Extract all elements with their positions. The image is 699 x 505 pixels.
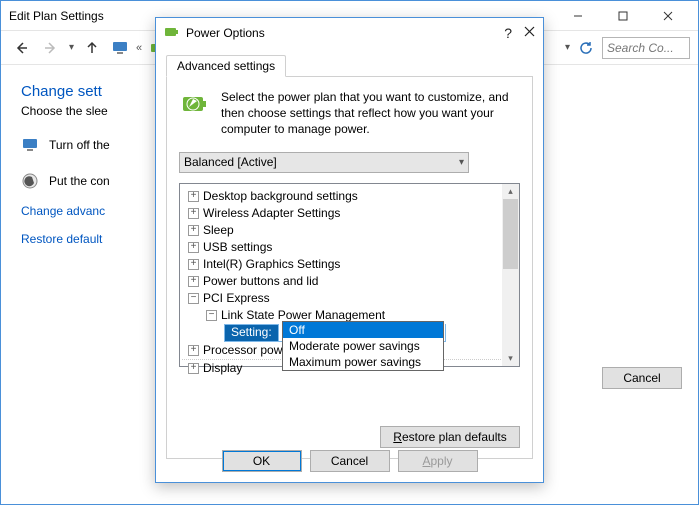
history-chevron-icon[interactable]: ▾: [69, 42, 74, 53]
tree-node[interactable]: +Wireless Adapter Settings: [182, 205, 517, 222]
tree-node[interactable]: +USB settings: [182, 239, 517, 256]
close-button[interactable]: [645, 2, 690, 30]
breadcrumb-chevron-icon: ▾: [565, 42, 570, 53]
apply-button[interactable]: Apply: [398, 450, 478, 472]
breadcrumb-overflow[interactable]: «: [136, 42, 142, 54]
chevron-down-icon: ▾: [459, 157, 464, 168]
dialog-buttons: OK Cancel Apply: [156, 450, 543, 472]
power-plan-select[interactable]: Balanced [Active] ▾: [179, 152, 469, 173]
scroll-thumb[interactable]: [503, 199, 518, 269]
up-button[interactable]: [80, 36, 104, 60]
parent-cancel-button[interactable]: Cancel: [602, 367, 682, 389]
setting-label: Setting:: [225, 325, 278, 341]
expand-icon[interactable]: +: [188, 276, 199, 287]
tree-node[interactable]: +Sleep: [182, 222, 517, 239]
power-plan-value: Balanced [Active]: [184, 155, 277, 169]
help-button[interactable]: ?: [504, 25, 512, 41]
expand-icon[interactable]: +: [188, 191, 199, 202]
tree-scrollbar[interactable]: ▴ ▾: [502, 184, 519, 366]
tree-node[interactable]: +Desktop background settings: [182, 188, 517, 205]
collapse-icon[interactable]: −: [206, 310, 217, 321]
settings-tree: +Desktop background settings +Wireless A…: [179, 183, 520, 367]
collapse-icon[interactable]: −: [188, 293, 199, 304]
tab-panel: Select the power plan that you want to c…: [166, 77, 533, 459]
parent-window: Edit Plan Settings ▾ « ▾ Change sett Cho…: [0, 0, 699, 505]
dropdown-option-off[interactable]: Off: [283, 322, 443, 338]
sleep-label: Put the con: [49, 174, 110, 188]
battery-icon: [164, 25, 180, 42]
power-options-dialog: Power Options ? Advanced settings Select…: [155, 17, 544, 483]
display-off-label: Turn off the: [49, 138, 110, 152]
tree-node[interactable]: +Power buttons and lid: [182, 273, 517, 290]
search-input[interactable]: [602, 37, 690, 59]
display-off-icon: [21, 136, 39, 154]
tab-advanced-settings[interactable]: Advanced settings: [166, 55, 286, 77]
intro-text: Select the power plan that you want to c…: [221, 89, 520, 138]
minimize-button[interactable]: [555, 2, 600, 30]
parent-footer: Cancel: [602, 367, 682, 389]
scroll-down-icon[interactable]: ▾: [508, 353, 513, 364]
scroll-up-icon[interactable]: ▴: [508, 186, 513, 197]
maximize-button[interactable]: [600, 2, 645, 30]
expand-icon[interactable]: +: [188, 242, 199, 253]
tab-strip: Advanced settings: [166, 54, 533, 77]
dialog-close-button[interactable]: [524, 26, 535, 40]
expand-icon[interactable]: +: [188, 345, 199, 356]
dialog-titlebar: Power Options ?: [156, 18, 543, 48]
back-button[interactable]: [9, 36, 33, 60]
dropdown-option-maximum[interactable]: Maximum power savings: [283, 354, 443, 370]
restore-plan-defaults-button[interactable]: RRestore plan defaultsestore plan defaul…: [380, 426, 520, 448]
tree-node-pci[interactable]: −PCI Express: [182, 290, 517, 307]
expand-icon[interactable]: +: [188, 363, 199, 374]
dialog-title: Power Options: [186, 26, 265, 40]
cancel-button[interactable]: Cancel: [310, 450, 390, 472]
expand-icon[interactable]: +: [188, 225, 199, 236]
dropdown-option-moderate[interactable]: Moderate power savings: [283, 338, 443, 354]
forward-button[interactable]: [39, 36, 63, 60]
monitor-icon: [110, 38, 130, 58]
expand-icon[interactable]: +: [188, 259, 199, 270]
setting-dropdown: Off Moderate power savings Maximum power…: [282, 321, 444, 371]
power-plan-icon: [179, 89, 211, 121]
expand-icon[interactable]: +: [188, 208, 199, 219]
ok-button[interactable]: OK: [222, 450, 302, 472]
tree-node[interactable]: +Intel(R) Graphics Settings: [182, 256, 517, 273]
sleep-icon: [21, 172, 39, 190]
parent-title: Edit Plan Settings: [9, 9, 104, 23]
refresh-button[interactable]: [574, 36, 598, 60]
